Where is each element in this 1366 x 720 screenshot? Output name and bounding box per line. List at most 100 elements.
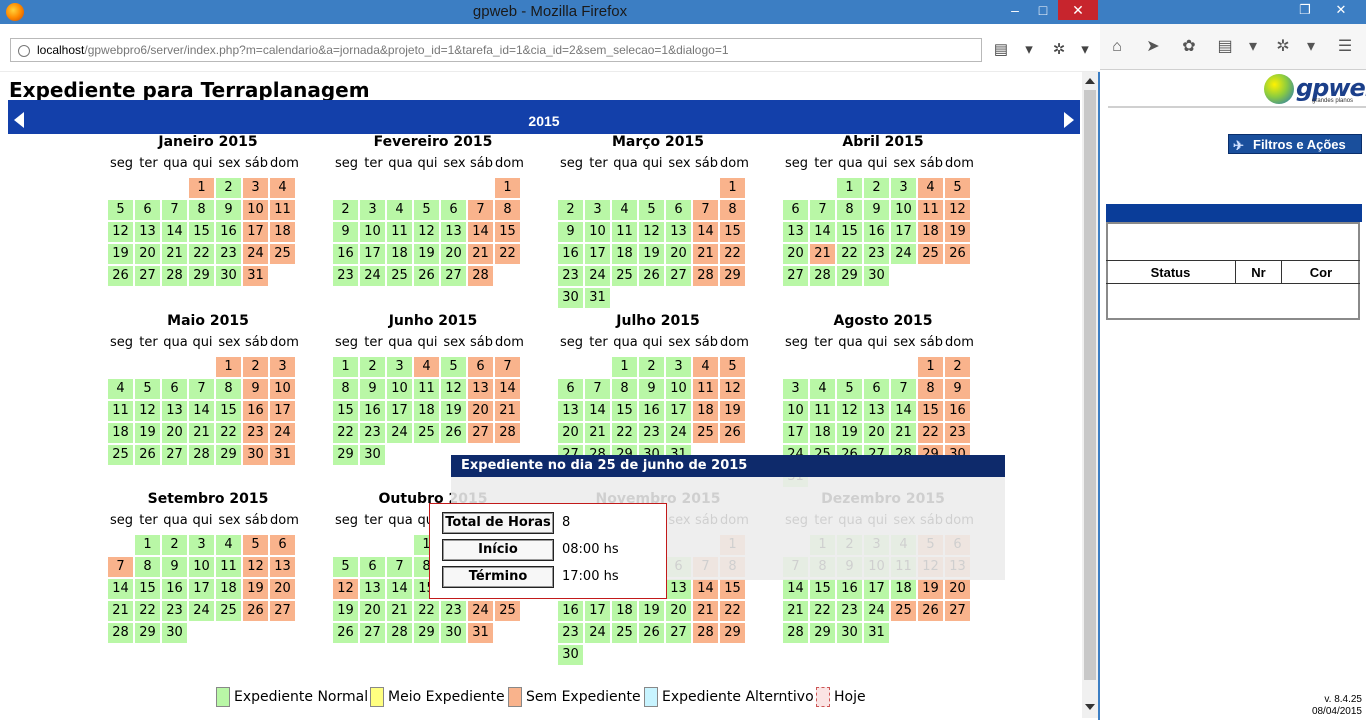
calendar-day[interactable]: 26 bbox=[135, 445, 160, 465]
calendar-day[interactable]: 1 bbox=[720, 178, 745, 198]
calendar-day[interactable]: 20 bbox=[162, 423, 187, 443]
calendar-day[interactable]: 26 bbox=[639, 623, 664, 643]
calendar-day[interactable]: 11 bbox=[918, 200, 943, 220]
calendar-day[interactable]: 1 bbox=[612, 357, 637, 377]
calendar-day[interactable]: 16 bbox=[558, 244, 583, 264]
calendar-day[interactable]: 27 bbox=[666, 623, 691, 643]
calendar-day[interactable]: 24 bbox=[243, 244, 268, 264]
calendar-day[interactable]: 22 bbox=[720, 601, 745, 621]
calendar-day[interactable]: 18 bbox=[891, 579, 916, 599]
calendar-day[interactable]: 27 bbox=[783, 266, 808, 286]
column-status[interactable]: Status bbox=[1106, 261, 1236, 283]
calendar-day[interactable]: 7 bbox=[495, 357, 520, 377]
calendar-day[interactable]: 25 bbox=[918, 244, 943, 264]
calendar-day[interactable]: 14 bbox=[468, 222, 493, 242]
clipboard-icon[interactable]: ▤ bbox=[1214, 36, 1236, 58]
chevron-down-icon[interactable]: ▾ bbox=[1300, 36, 1322, 58]
calendar-day[interactable]: 23 bbox=[243, 423, 268, 443]
calendar-day[interactable]: 21 bbox=[693, 244, 718, 264]
calendar-day[interactable]: 30 bbox=[837, 623, 862, 643]
calendar-day[interactable]: 16 bbox=[864, 222, 889, 242]
calendar-day[interactable]: 27 bbox=[135, 266, 160, 286]
calendar-day[interactable]: 23 bbox=[945, 423, 970, 443]
calendar-day[interactable]: 24 bbox=[585, 623, 610, 643]
calendar-day[interactable]: 27 bbox=[468, 423, 493, 443]
calendar-day[interactable]: 12 bbox=[441, 379, 466, 399]
maximize-icon[interactable]: □ bbox=[1028, 0, 1058, 20]
calendar-day[interactable]: 26 bbox=[108, 266, 133, 286]
calendar-day[interactable]: 2 bbox=[162, 535, 187, 555]
bg-restore-icon[interactable]: ❐ bbox=[1290, 0, 1320, 22]
calendar-day[interactable]: 12 bbox=[639, 222, 664, 242]
calendar-day[interactable]: 8 bbox=[837, 200, 862, 220]
calendar-day[interactable]: 25 bbox=[612, 623, 637, 643]
calendar-day[interactable]: 28 bbox=[468, 266, 493, 286]
calendar-day[interactable]: 16 bbox=[216, 222, 241, 242]
calendar-day[interactable]: 2 bbox=[639, 357, 664, 377]
calendar-day[interactable]: 27 bbox=[270, 601, 295, 621]
calendar-day[interactable]: 19 bbox=[639, 601, 664, 621]
calendar-day[interactable]: 22 bbox=[216, 423, 241, 443]
calendar-day[interactable]: 6 bbox=[864, 379, 889, 399]
calendar-day[interactable]: 22 bbox=[495, 244, 520, 264]
calendar-day[interactable]: 22 bbox=[135, 601, 160, 621]
calendar-day[interactable]: 8 bbox=[333, 379, 358, 399]
calendar-day[interactable]: 27 bbox=[360, 623, 385, 643]
calendar-day[interactable]: 14 bbox=[693, 222, 718, 242]
calendar-day[interactable]: 9 bbox=[558, 222, 583, 242]
calendar-day[interactable]: 30 bbox=[216, 266, 241, 286]
calendar-day[interactable]: 8 bbox=[612, 379, 637, 399]
calendar-day[interactable]: 13 bbox=[558, 401, 583, 421]
calendar-day[interactable]: 22 bbox=[414, 601, 439, 621]
calendar-day[interactable]: 5 bbox=[414, 200, 439, 220]
calendar-day[interactable]: 18 bbox=[216, 579, 241, 599]
calendar-day[interactable]: 2 bbox=[243, 357, 268, 377]
calendar-day[interactable]: 16 bbox=[243, 401, 268, 421]
calendar-day[interactable]: 19 bbox=[918, 579, 943, 599]
calendar-day[interactable]: 21 bbox=[162, 244, 187, 264]
url-bar[interactable]: localhost/gpwebpro6/server/index.php?m=c… bbox=[10, 38, 982, 62]
calendar-day[interactable]: 15 bbox=[216, 401, 241, 421]
calendar-day[interactable]: 21 bbox=[387, 601, 412, 621]
calendar-day[interactable]: 24 bbox=[585, 266, 610, 286]
calendar-day[interactable]: 29 bbox=[414, 623, 439, 643]
calendar-day[interactable]: 11 bbox=[216, 557, 241, 577]
calendar-day[interactable]: 17 bbox=[891, 222, 916, 242]
vertical-scrollbar[interactable] bbox=[1082, 72, 1098, 718]
calendar-day[interactable]: 26 bbox=[441, 423, 466, 443]
calendar-day[interactable]: 28 bbox=[693, 266, 718, 286]
calendar-day[interactable]: 1 bbox=[135, 535, 160, 555]
close-icon[interactable]: ✕ bbox=[1058, 0, 1098, 20]
calendar-day[interactable]: 14 bbox=[783, 579, 808, 599]
calendar-day[interactable]: 4 bbox=[270, 178, 295, 198]
calendar-day[interactable]: 24 bbox=[468, 601, 493, 621]
calendar-day[interactable]: 17 bbox=[864, 579, 889, 599]
calendar-day[interactable]: 6 bbox=[558, 379, 583, 399]
calendar-day[interactable]: 7 bbox=[693, 200, 718, 220]
calendar-day[interactable]: 12 bbox=[945, 200, 970, 220]
calendar-day[interactable]: 7 bbox=[189, 379, 214, 399]
calendar-day[interactable]: 23 bbox=[216, 244, 241, 264]
calendar-day[interactable]: 25 bbox=[108, 445, 133, 465]
calendar-day[interactable]: 13 bbox=[270, 557, 295, 577]
scroll-down-arrow-icon[interactable] bbox=[1085, 704, 1095, 710]
calendar-day[interactable]: 30 bbox=[243, 445, 268, 465]
calendar-day[interactable]: 31 bbox=[270, 445, 295, 465]
calendar-day[interactable]: 4 bbox=[918, 178, 943, 198]
calendar-day[interactable]: 27 bbox=[666, 266, 691, 286]
calendar-day[interactable]: 30 bbox=[864, 266, 889, 286]
calendar-day[interactable]: 7 bbox=[108, 557, 133, 577]
calendar-day[interactable]: 16 bbox=[162, 579, 187, 599]
calendar-day[interactable]: 31 bbox=[585, 288, 610, 308]
calendar-day[interactable]: 22 bbox=[720, 244, 745, 264]
calendar-day[interactable]: 4 bbox=[414, 357, 439, 377]
calendar-day[interactable]: 20 bbox=[666, 244, 691, 264]
calendar-day[interactable]: 8 bbox=[495, 200, 520, 220]
calendar-day[interactable]: 2 bbox=[333, 200, 358, 220]
menu-icon[interactable]: ☰ bbox=[1334, 36, 1356, 58]
calendar-day[interactable]: 9 bbox=[360, 379, 385, 399]
calendar-day[interactable]: 3 bbox=[585, 200, 610, 220]
calendar-day[interactable]: 21 bbox=[189, 423, 214, 443]
calendar-day[interactable]: 8 bbox=[918, 379, 943, 399]
calendar-day[interactable]: 21 bbox=[783, 601, 808, 621]
